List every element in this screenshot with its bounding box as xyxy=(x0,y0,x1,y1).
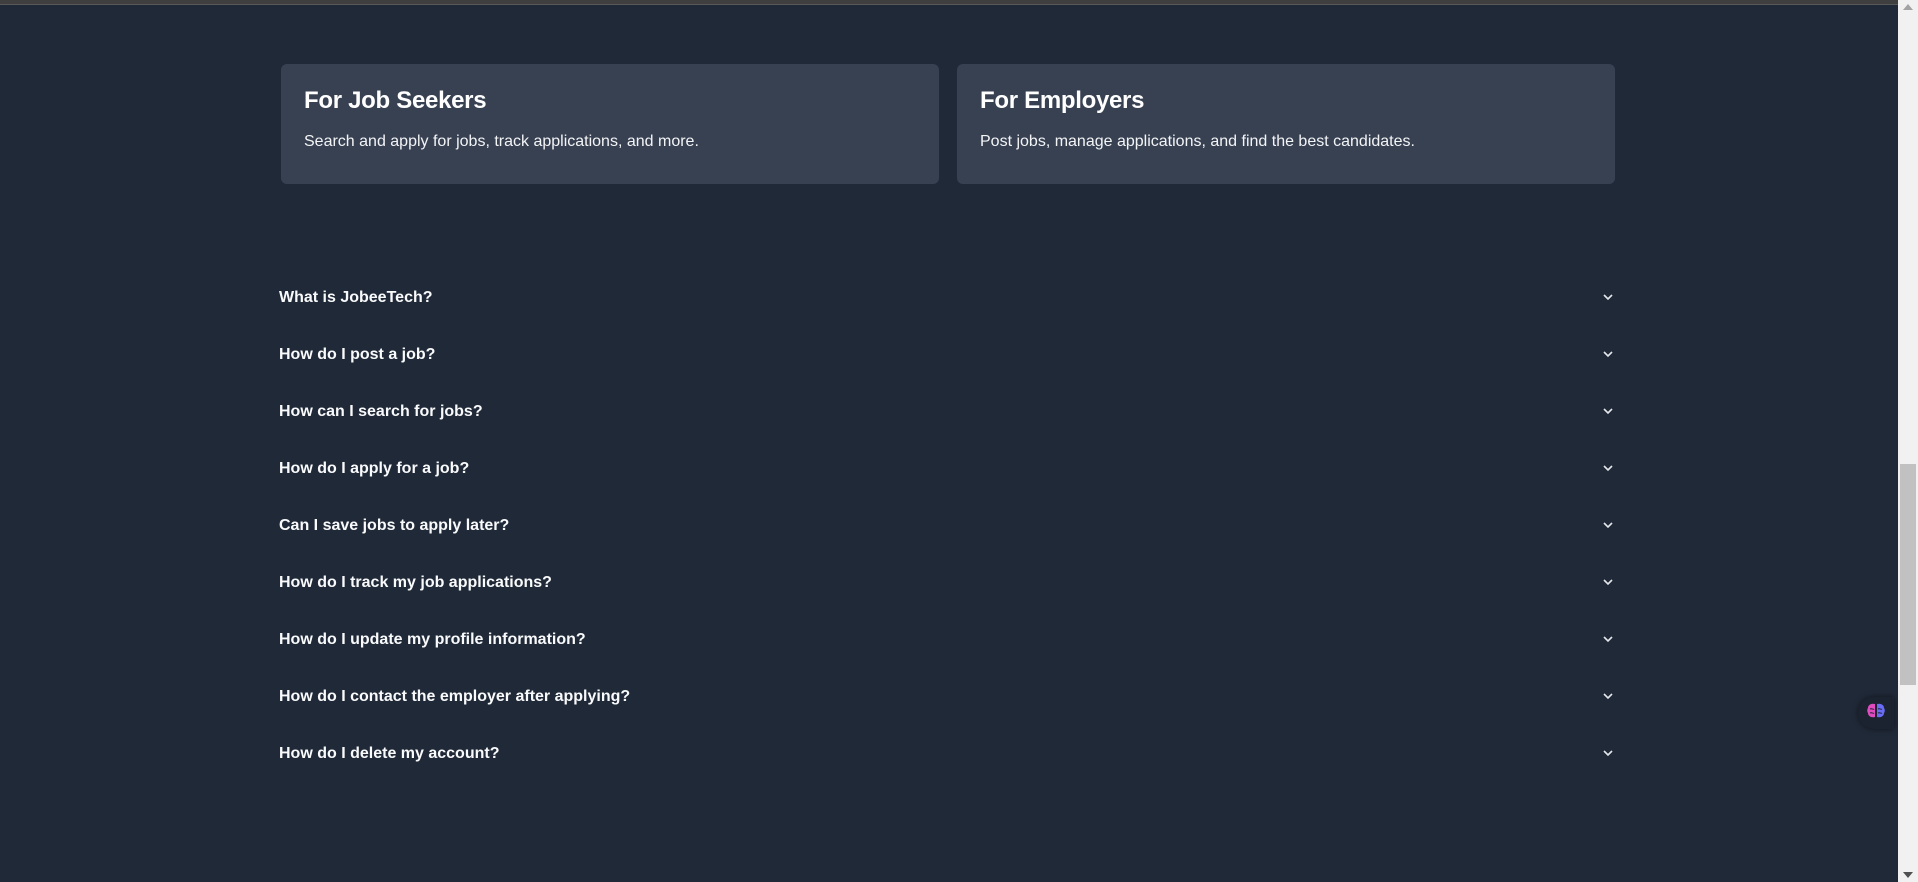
assistant-widget-button[interactable] xyxy=(1858,697,1894,729)
card-description: Search and apply for jobs, track applica… xyxy=(304,133,699,150)
chevron-down-icon[interactable] xyxy=(1601,633,1615,647)
chevron-down-icon[interactable] xyxy=(1601,519,1615,533)
chevron-down-icon[interactable] xyxy=(1601,291,1615,305)
faq-question: What is JobeeTech? xyxy=(279,288,433,306)
brain-icon xyxy=(1866,702,1886,725)
chevron-down-icon[interactable] xyxy=(1601,405,1615,419)
browser-top-edge xyxy=(0,0,1898,5)
faq-item[interactable]: How do I track my job applications? xyxy=(279,554,1617,611)
job-seekers-card[interactable]: For Job Seekers Search and apply for job… xyxy=(281,64,939,184)
faq-item[interactable]: Can I save jobs to apply later? xyxy=(279,497,1617,554)
scroll-up-arrow-icon[interactable] xyxy=(1903,4,1913,10)
chevron-down-icon[interactable] xyxy=(1601,690,1615,704)
faq-item[interactable]: How do I contact the employer after appl… xyxy=(279,668,1617,725)
faq-question: Can I save jobs to apply later? xyxy=(279,516,510,534)
scrollbar-thumb[interactable] xyxy=(1900,464,1916,685)
faq-list: What is JobeeTech? How do I post a job? … xyxy=(279,269,1617,782)
faq-item[interactable]: How do I apply for a job? xyxy=(279,440,1617,497)
faq-item[interactable]: How do I delete my account? xyxy=(279,725,1617,782)
vertical-scrollbar[interactable] xyxy=(1898,0,1918,882)
faq-item[interactable]: How do I update my profile information? xyxy=(279,611,1617,668)
faq-item[interactable]: How can I search for jobs? xyxy=(279,383,1617,440)
faq-item[interactable]: What is JobeeTech? xyxy=(279,269,1617,326)
faq-question: How do I apply for a job? xyxy=(279,459,470,477)
chevron-down-icon[interactable] xyxy=(1601,576,1615,590)
faq-question: How do I contact the employer after appl… xyxy=(279,687,631,705)
chevron-down-icon[interactable] xyxy=(1601,747,1615,761)
chevron-down-icon[interactable] xyxy=(1601,348,1615,362)
card-description: Post jobs, manage applications, and find… xyxy=(980,133,1415,150)
faq-question: How do I post a job? xyxy=(279,345,436,363)
faq-question: How do I delete my account? xyxy=(279,744,500,762)
faq-question: How do I track my job applications? xyxy=(279,573,552,591)
faq-item[interactable]: How do I post a job? xyxy=(279,326,1617,383)
card-title: For Job Seekers xyxy=(304,87,487,114)
scroll-down-arrow-icon[interactable] xyxy=(1903,872,1913,878)
audience-cards: For Job Seekers Search and apply for job… xyxy=(281,64,1615,184)
faq-question: How can I search for jobs? xyxy=(279,402,483,420)
page-content: For Job Seekers Search and apply for job… xyxy=(0,6,1898,882)
card-title: For Employers xyxy=(980,87,1145,114)
faq-question: How do I update my profile information? xyxy=(279,630,586,648)
chevron-down-icon[interactable] xyxy=(1601,462,1615,476)
employers-card[interactable]: For Employers Post jobs, manage applicat… xyxy=(957,64,1615,184)
